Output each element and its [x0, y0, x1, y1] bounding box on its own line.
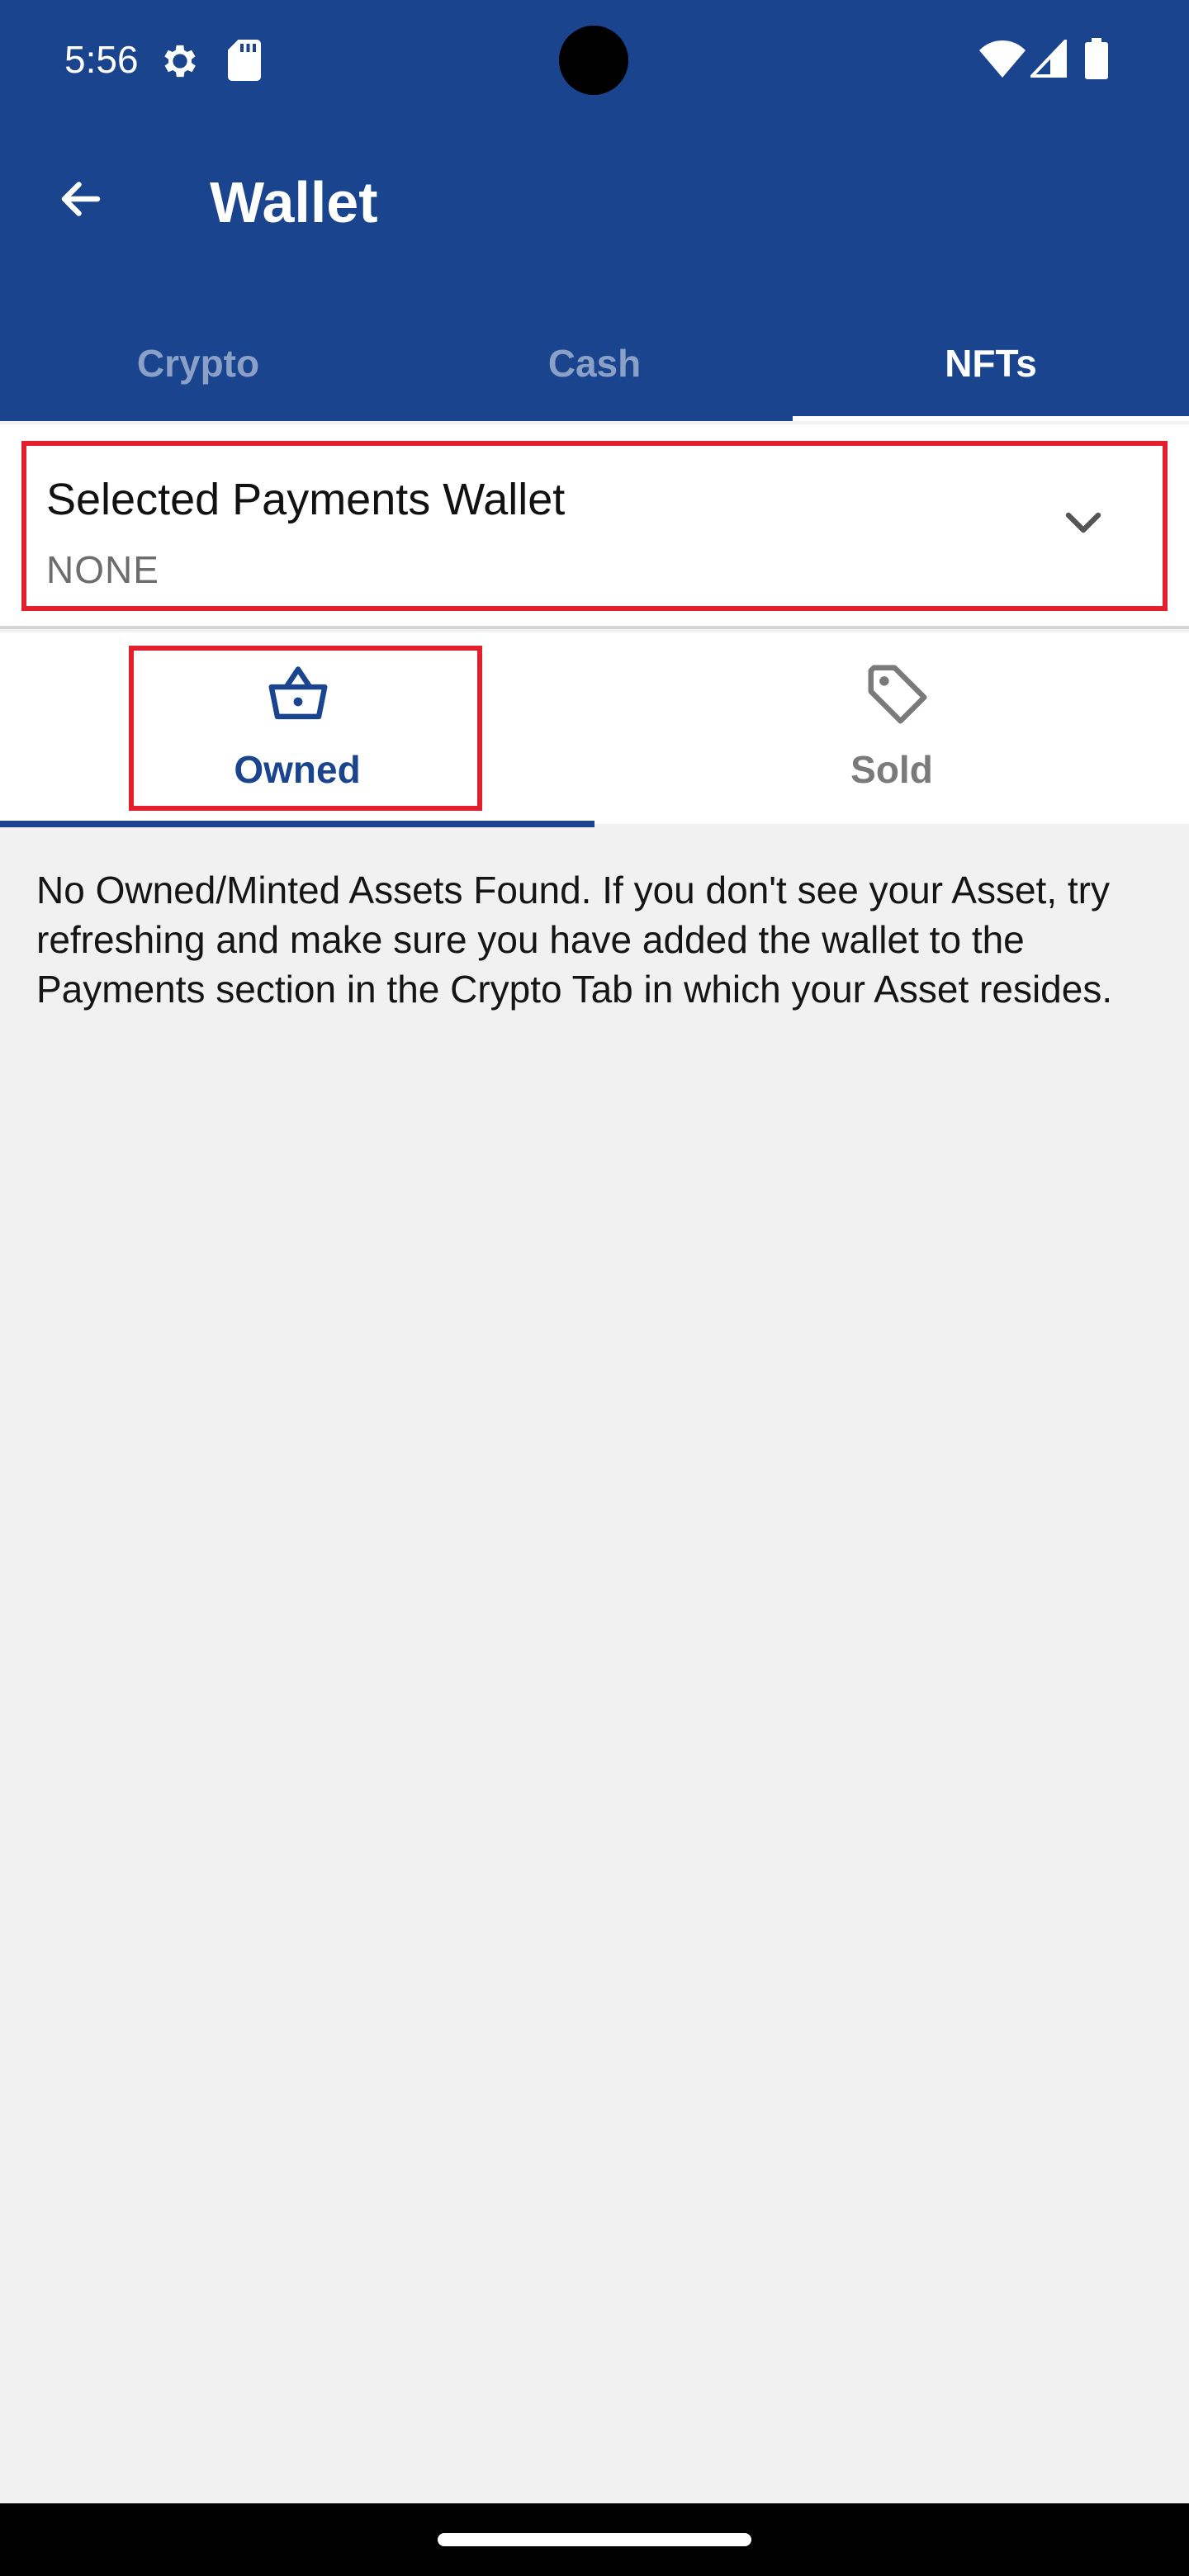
- top-tab-bar: Crypto Cash NFTs: [0, 305, 1189, 421]
- camera-cutout: [559, 26, 628, 95]
- owned-tab-highlight-box: [129, 646, 482, 811]
- empty-state-message: No Owned/Minted Assets Found. If you don…: [36, 869, 1113, 1011]
- tab-cash-label: Cash: [547, 342, 642, 385]
- tag-icon: [862, 659, 933, 730]
- app-bar: 5:56 Wallet Crypto Cash NFTs: [0, 0, 1189, 421]
- sd-card-icon: [228, 40, 261, 81]
- settings-gear-icon: [159, 40, 201, 83]
- back-button[interactable]: [41, 161, 121, 240]
- tab-crypto-label: Crypto: [136, 342, 260, 385]
- page-title: Wallet: [210, 170, 378, 234]
- wifi-icon: [979, 40, 1026, 78]
- tab-crypto[interactable]: Crypto: [0, 305, 396, 421]
- tab-nfts-label: NFTs: [945, 342, 1037, 385]
- home-gesture-handle[interactable]: [438, 2533, 751, 2546]
- arrow-left-icon: [56, 174, 106, 228]
- tab-cash[interactable]: Cash: [396, 305, 793, 421]
- tab-sold[interactable]: Sold: [594, 632, 1189, 824]
- tab-active-indicator: [793, 416, 1189, 421]
- tab-nfts[interactable]: NFTs: [793, 305, 1189, 421]
- status-time: 5:56: [64, 38, 139, 81]
- sub-tab-active-indicator: [0, 821, 594, 827]
- wallet-selector-highlight-box: [21, 441, 1168, 611]
- tab-sold-label: Sold: [850, 748, 933, 791]
- battery-icon: [1085, 38, 1108, 79]
- cellular-signal-icon: [1028, 37, 1067, 78]
